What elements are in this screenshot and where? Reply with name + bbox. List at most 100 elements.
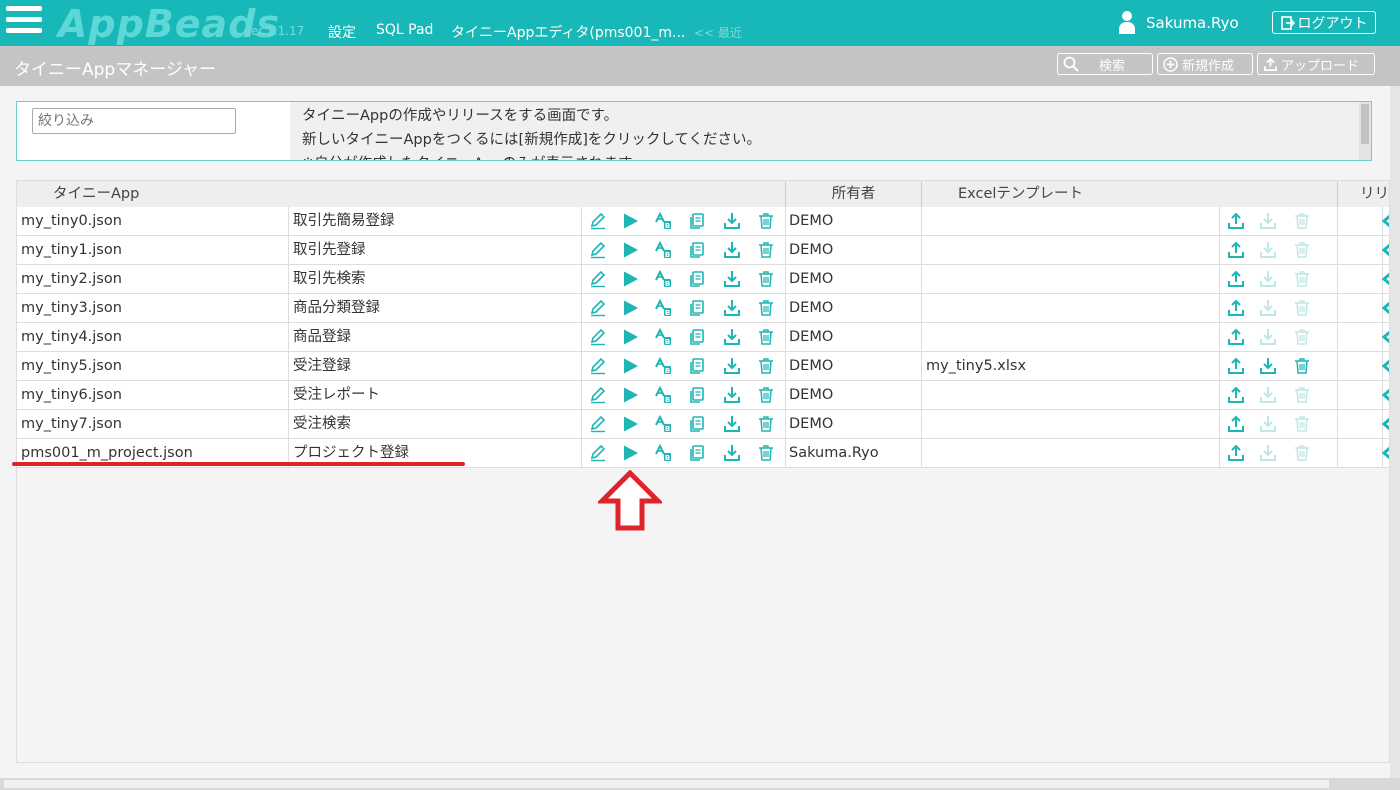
run-icon[interactable] (621, 270, 639, 288)
app-file-name[interactable]: my_tiny0.json (17, 207, 289, 235)
convert-icon[interactable]: B (654, 240, 672, 259)
edit-icon[interactable] (589, 299, 607, 317)
excel-delete-icon[interactable] (1293, 357, 1311, 375)
run-icon[interactable] (621, 212, 639, 230)
edit-icon[interactable] (589, 444, 607, 462)
edit-icon[interactable] (589, 241, 607, 259)
edit-icon[interactable] (589, 415, 607, 433)
delete-icon[interactable] (757, 241, 775, 259)
copy-icon[interactable] (688, 386, 706, 404)
convert-icon[interactable]: B (654, 356, 672, 375)
download-icon[interactable] (723, 415, 741, 433)
download-icon[interactable] (723, 270, 741, 288)
convert-icon[interactable]: B (654, 327, 672, 346)
app-file-name[interactable]: my_tiny7.json (17, 410, 289, 438)
release-icon[interactable] (1379, 444, 1389, 462)
nav-settings[interactable]: 設定 (328, 22, 356, 42)
excel-upload-icon[interactable] (1227, 328, 1245, 346)
delete-icon[interactable] (757, 415, 775, 433)
page-horizontal-scrollbar[interactable] (0, 778, 1400, 790)
info-scrollbar[interactable] (1359, 102, 1371, 160)
delete-icon[interactable] (757, 328, 775, 346)
release-icon[interactable] (1379, 212, 1389, 230)
copy-icon[interactable] (688, 328, 706, 346)
app-file-name[interactable]: my_tiny2.json (17, 265, 289, 293)
run-icon[interactable] (621, 386, 639, 404)
copy-icon[interactable] (688, 444, 706, 462)
delete-icon[interactable] (757, 212, 775, 230)
edit-icon[interactable] (589, 386, 607, 404)
page-vertical-scrollbar[interactable] (1390, 86, 1400, 778)
run-icon[interactable] (621, 357, 639, 375)
app-file-name[interactable]: my_tiny4.json (17, 323, 289, 351)
copy-icon[interactable] (688, 241, 706, 259)
release-icon[interactable] (1379, 241, 1389, 259)
convert-icon[interactable]: B (654, 269, 672, 288)
edit-icon[interactable] (589, 357, 607, 375)
nav-recent[interactable]: << 最近 (694, 24, 742, 41)
header-excel-template[interactable]: Excelテンプレート (922, 181, 1338, 207)
excel-upload-icon[interactable] (1227, 415, 1245, 433)
copy-icon[interactable] (688, 270, 706, 288)
release-icon[interactable] (1379, 328, 1389, 346)
app-display-name[interactable]: 取引先登録 (289, 236, 582, 264)
app-display-name[interactable]: 取引先検索 (289, 265, 582, 293)
download-icon[interactable] (723, 357, 741, 375)
release-icon[interactable] (1379, 386, 1389, 404)
upload-button[interactable]: アップロード (1257, 53, 1375, 75)
app-file-name[interactable]: my_tiny1.json (17, 236, 289, 264)
app-file-name[interactable]: my_tiny3.json (17, 294, 289, 322)
app-display-name[interactable]: 商品登録 (289, 323, 582, 351)
app-display-name[interactable]: 商品分類登録 (289, 294, 582, 322)
release-icon[interactable] (1379, 357, 1389, 375)
release-icon[interactable] (1379, 270, 1389, 288)
edit-icon[interactable] (589, 270, 607, 288)
run-icon[interactable] (621, 415, 639, 433)
run-icon[interactable] (621, 444, 639, 462)
copy-icon[interactable] (688, 415, 706, 433)
excel-upload-icon[interactable] (1227, 270, 1245, 288)
excel-upload-icon[interactable] (1227, 386, 1245, 404)
run-icon[interactable] (621, 328, 639, 346)
copy-icon[interactable] (688, 357, 706, 375)
convert-icon[interactable]: B (654, 385, 672, 404)
search-button[interactable]: 検索 (1057, 53, 1153, 75)
run-icon[interactable] (621, 241, 639, 259)
convert-icon[interactable]: B (654, 443, 672, 462)
filter-input[interactable] (32, 108, 236, 134)
release-icon[interactable] (1379, 415, 1389, 433)
hamburger-menu-icon[interactable] (6, 6, 42, 38)
app-display-name[interactable]: 受注レポート (289, 381, 582, 409)
user-info[interactable]: Sakuma.Ryo (1118, 10, 1239, 36)
delete-icon[interactable] (757, 299, 775, 317)
nav-sql-pad[interactable]: SQL Pad (376, 22, 433, 38)
download-icon[interactable] (723, 444, 741, 462)
app-display-name[interactable]: 取引先簡易登録 (289, 207, 582, 235)
convert-icon[interactable]: B (654, 211, 672, 230)
download-icon[interactable] (723, 299, 741, 317)
nav-tiny-app-editor[interactable]: タイニーAppエディタ(pms001_m... (451, 22, 685, 42)
excel-upload-icon[interactable] (1227, 241, 1245, 259)
new-button[interactable]: 新規作成 (1157, 53, 1253, 75)
copy-icon[interactable] (688, 299, 706, 317)
delete-icon[interactable] (757, 270, 775, 288)
edit-icon[interactable] (589, 212, 607, 230)
download-icon[interactable] (723, 212, 741, 230)
release-icon[interactable] (1379, 299, 1389, 317)
download-icon[interactable] (723, 386, 741, 404)
delete-icon[interactable] (757, 357, 775, 375)
app-display-name[interactable]: 受注検索 (289, 410, 582, 438)
excel-upload-icon[interactable] (1227, 299, 1245, 317)
excel-upload-icon[interactable] (1227, 212, 1245, 230)
app-file-name[interactable]: my_tiny5.json (17, 352, 289, 380)
app-file-name[interactable]: my_tiny6.json (17, 381, 289, 409)
convert-icon[interactable]: B (654, 298, 672, 317)
download-icon[interactable] (723, 328, 741, 346)
run-icon[interactable] (621, 299, 639, 317)
header-release[interactable]: リリース (1338, 181, 1389, 207)
logout-button[interactable]: ログアウト (1272, 11, 1376, 34)
convert-icon[interactable]: B (654, 414, 672, 433)
delete-icon[interactable] (757, 444, 775, 462)
copy-icon[interactable] (688, 212, 706, 230)
download-icon[interactable] (723, 241, 741, 259)
